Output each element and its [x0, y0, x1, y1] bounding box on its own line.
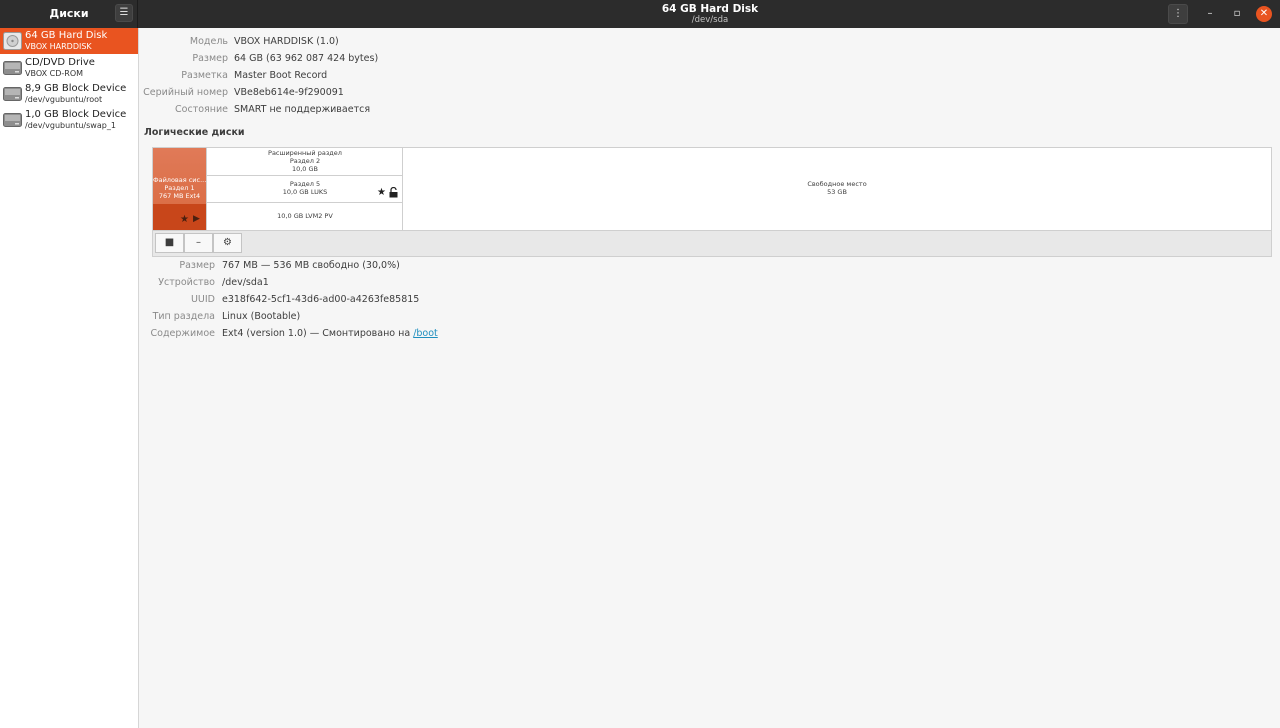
state-value: SMART не поддерживается: [234, 104, 371, 115]
hard-disk-icon: [3, 32, 22, 50]
device-sidebar: 64 GB Hard Disk VBOX HARDDISK CD/DVD Dri…: [0, 28, 139, 728]
contents-value: Ext4 (version 1.0) — Смонтировано на /bo…: [222, 328, 438, 339]
header-bar: Диски ☰ 64 GB Hard Disk /dev/sda ⋮ – ▫ ✕: [0, 0, 1280, 28]
partitioning-label: Разметка: [181, 70, 228, 81]
extended-partition-header[interactable]: Расширенный раздел Раздел 2 10,0 GB: [207, 148, 403, 176]
luks-partition-block[interactable]: Раздел 5 10,0 GB LUKS ★: [207, 176, 403, 203]
partition-1-type: Файловая сис...: [153, 176, 206, 184]
sidebar-item-cd-dvd[interactable]: CD/DVD Drive VBOX CD-ROM: [0, 55, 138, 81]
window-title: 64 GB Hard Disk: [661, 3, 759, 15]
sidebar-item-sub: VBOX HARDDISK: [25, 42, 92, 51]
partition-1-block[interactable]: Файловая сис... Раздел 1 767 MB Ext4 ★ ▶: [153, 148, 206, 230]
sidebar-item-name: 1,0 GB Block Device: [25, 109, 127, 120]
free-space-block[interactable]: Свободное место 53 GB: [403, 148, 1271, 230]
partition-type-label: Тип раздела: [152, 311, 215, 322]
star-icon: ★: [377, 187, 386, 198]
model-value: VBOX HARDDISK (1.0): [234, 36, 339, 47]
extended-partition-name: Раздел 2: [289, 157, 321, 165]
sidebar-header: Диски ☰: [0, 0, 138, 28]
sidebar-item-hard-disk[interactable]: 64 GB Hard Disk VBOX HARDDISK: [0, 28, 138, 54]
sidebar-item-sub: /dev/vgubuntu/root: [25, 95, 103, 104]
lvm-pv-label: 10,0 GB LVM2 PV: [277, 212, 333, 220]
unmount-button[interactable]: ■: [155, 233, 184, 253]
partition-size-label: Размер: [179, 260, 215, 271]
drive-options-button[interactable]: ⋮: [1168, 4, 1188, 24]
mount-point-link[interactable]: /boot: [413, 328, 438, 339]
partition-type-value: Linux (Bootable): [222, 311, 301, 322]
state-label: Состояние: [175, 104, 228, 115]
sidebar-item-name: 64 GB Hard Disk: [25, 30, 108, 41]
contents-text: Ext4 (version 1.0) — Смонтировано на: [222, 328, 414, 339]
block-device-icon: [3, 87, 22, 101]
volume-toolbar: ■ – ⚙: [152, 231, 1272, 257]
window-subtitle: /dev/sda: [691, 15, 729, 25]
hamburger-menu-button[interactable]: ☰: [115, 4, 133, 22]
uuid-label: UUID: [190, 294, 215, 305]
sidebar-item-block-root[interactable]: 8,9 GB Block Device /dev/vgubuntu/root: [0, 81, 138, 107]
unlocked-lock-icon: [389, 187, 398, 198]
serial-label: Серийный номер: [143, 87, 228, 98]
partition-settings-button[interactable]: ⚙: [213, 233, 242, 253]
luks-partition-name: Раздел 5: [289, 180, 321, 188]
partitioning-value: Master Boot Record: [234, 70, 328, 81]
uuid-value: e318f642-5cf1-43d6-ad00-a4263fe85815: [222, 294, 420, 305]
extended-partition-size: 10,0 GB: [291, 165, 319, 173]
extended-partition-block: Расширенный раздел Раздел 2 10,0 GB Разд…: [206, 148, 403, 230]
close-button[interactable]: ✕: [1256, 6, 1272, 22]
serial-value: VBe8eb614e-9f290091: [234, 87, 344, 98]
play-icon: ▶: [193, 214, 200, 224]
model-label: Модель: [189, 36, 228, 47]
partition-1-name: Раздел 1: [164, 184, 195, 192]
partition-1-size: 767 MB Ext4: [158, 192, 201, 200]
size-value: 64 GB (63 962 087 424 bytes): [234, 53, 379, 64]
luks-partition-size: 10,0 GB LUKS: [282, 188, 328, 196]
delete-partition-button[interactable]: –: [184, 233, 213, 253]
volume-map: Файловая сис... Раздел 1 767 MB Ext4 ★ ▶…: [152, 147, 1272, 231]
volumes-title: Логические диски: [144, 127, 245, 138]
device-label: Устройство: [158, 277, 215, 288]
sidebar-item-block-swap[interactable]: 1,0 GB Block Device /dev/vgubuntu/swap_1: [0, 107, 138, 133]
extended-partition-type: Расширенный раздел: [268, 149, 342, 157]
sidebar-item-sub: VBOX CD-ROM: [25, 69, 84, 78]
drive-details-pane: Модель VBOX HARDDISK (1.0) Размер 64 GB …: [139, 28, 1280, 728]
contents-label: Содержимое: [150, 328, 215, 339]
free-space-label: Свободное место: [807, 180, 867, 188]
free-space-size: 53 GB: [827, 188, 847, 196]
maximize-button[interactable]: ▫: [1227, 4, 1247, 24]
sidebar-item-name: CD/DVD Drive: [25, 57, 95, 68]
block-device-icon: [3, 113, 22, 127]
sidebar-item-name: 8,9 GB Block Device: [25, 83, 127, 94]
partition-size-value: 767 MB — 536 MB свободно (30,0%): [222, 260, 400, 271]
sidebar-item-sub: /dev/vgubuntu/swap_1: [25, 121, 116, 130]
size-label: Размер: [192, 53, 228, 64]
optical-drive-icon: [3, 61, 22, 75]
star-icon: ★: [180, 214, 189, 225]
device-value: /dev/sda1: [222, 277, 269, 288]
minimize-button[interactable]: –: [1200, 4, 1220, 24]
lvm-pv-block[interactable]: 10,0 GB LVM2 PV: [207, 203, 403, 230]
